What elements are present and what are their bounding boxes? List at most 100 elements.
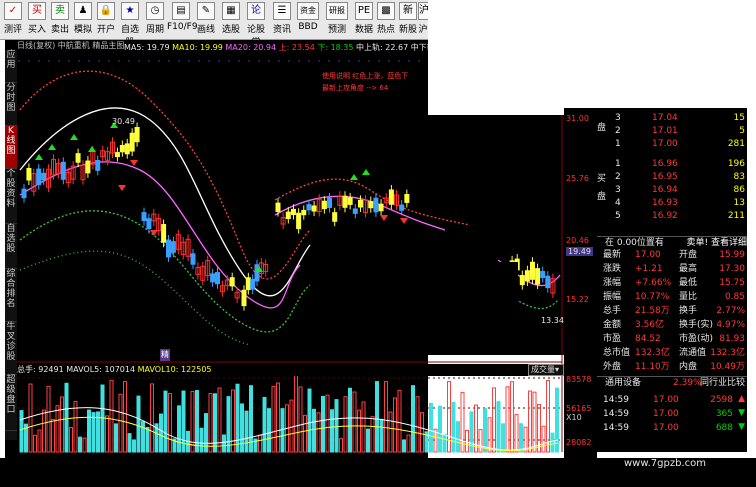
sell-order-row[interactable]: 1 17.00 281: [597, 138, 747, 150]
buy-order-row[interactable]: 3 16.94 86: [597, 184, 747, 196]
stat-value: 4.97%: [716, 320, 745, 330]
quote-stat-row[interactable]: 最新 17.00 开盘 15.99: [597, 249, 747, 261]
quote-stat-row[interactable]: 涨幅 +7.66% 最低 15.75: [597, 277, 747, 289]
order-price: 16.94: [652, 185, 678, 195]
volume-bar: [505, 386, 510, 453]
candle-body: [161, 224, 167, 243]
arrow-down-icon: ▼: [738, 408, 745, 418]
volume-bar: [456, 421, 460, 453]
volume-bar: [429, 402, 433, 453]
candle-body: [535, 268, 541, 285]
sell-order-row[interactable]: 3 17.04 15: [597, 112, 747, 124]
stat-value: 10.49万: [710, 362, 745, 372]
candle-body: [190, 253, 196, 265]
tick-price: 17.00: [653, 409, 679, 419]
buy-order-row[interactable]: 5 16.92 211: [597, 210, 747, 222]
volume-bar: [325, 394, 330, 453]
tick-time: 14:59: [603, 423, 629, 433]
stat-key: 振幅: [603, 292, 622, 302]
sell-signal-arrow: [130, 160, 138, 166]
volume-bar: [528, 390, 532, 453]
tab-super-panel[interactable]: 超级盘口: [5, 375, 17, 431]
order-price: 16.93: [652, 198, 678, 208]
volume-bar: [240, 403, 244, 453]
volume-bar: [478, 429, 483, 453]
quote-stat-row[interactable]: 总手 21.58万 换手 2.77%: [597, 305, 747, 317]
tab-kline[interactable]: K线图: [5, 126, 17, 169]
tab-intraday[interactable]: 分时图: [5, 83, 17, 126]
volume-bar: [294, 364, 298, 453]
candle-body: [215, 272, 220, 285]
tab-diagnosis[interactable]: 牛叉诊股: [5, 322, 17, 375]
volume-bar: [501, 423, 505, 453]
volume-bar: [42, 409, 46, 453]
axis-tick-2: 25.76: [566, 174, 589, 183]
chart-tag: 精: [160, 349, 170, 361]
volume-bar: [91, 412, 96, 453]
tick-volume: 688: [715, 423, 733, 433]
buy-order-row[interactable]: 4 16.93 13: [597, 197, 747, 209]
candle-body: [119, 144, 125, 153]
tab-watchlist[interactable]: 自选股: [5, 224, 17, 269]
order-volume: 15: [733, 113, 745, 123]
tab-stock-profile[interactable]: 个股资料: [5, 169, 17, 224]
volume-bar: [411, 385, 415, 453]
peer-compare-link[interactable]: 同行业比较: [700, 377, 745, 389]
volume-bar: [348, 387, 352, 453]
volume-bar: [123, 381, 127, 453]
volume-bar: [127, 433, 132, 453]
tick-row[interactable]: 14:59 17.00 365: [597, 408, 747, 420]
buy-signal-arrow: [48, 144, 56, 150]
volume-bar: [262, 396, 267, 453]
volume-bar: [420, 412, 424, 453]
candle-body: [311, 205, 317, 212]
stat-value: 10.77%: [635, 292, 670, 302]
lower-band-value: 下: 18.35: [317, 43, 354, 52]
tick-row[interactable]: 14:59 17.00 2598: [597, 394, 747, 406]
volume-bar: [298, 386, 303, 453]
candle-body: [124, 143, 130, 155]
order-volume: 13: [733, 198, 745, 208]
sell-signal-arrow: [380, 215, 388, 221]
stat-key: 最低: [679, 278, 698, 288]
volume-bar: [406, 434, 411, 453]
volume-bar: [64, 382, 69, 453]
quote-stat-row[interactable]: 振幅 10.77% 量比 0.85: [597, 291, 747, 303]
vol-axis-unit: X10: [566, 413, 582, 422]
buy-order-row[interactable]: 2 16.95 83: [597, 171, 747, 183]
order-price: 17.04: [652, 113, 678, 123]
industry-name[interactable]: 通用设备: [605, 377, 641, 389]
volume-bar: [334, 399, 339, 453]
volume-dropdown[interactable]: 成交量▾: [528, 364, 564, 376]
ma20-line: [19, 161, 301, 309]
candle-body: [21, 188, 27, 199]
quote-stat-row[interactable]: 总市值 132.3亿 流通值 132.3亿: [597, 347, 747, 359]
quote-stat-row[interactable]: 外盘 11.10万 内盘 10.49万: [597, 361, 747, 373]
buy-order-row[interactable]: 1 16.96 196: [597, 158, 747, 170]
volume-bar: [280, 408, 285, 453]
chart-overlay-dark: [318, 262, 518, 332]
volume-bar: [100, 384, 105, 453]
volume-bar: [19, 410, 24, 453]
volume-bar: [352, 391, 357, 453]
ma10-value: MA10: 19.99: [172, 43, 223, 52]
stat-key: 涨跌: [603, 264, 622, 274]
tick-row[interactable]: 14:59 17.00 688: [597, 422, 747, 434]
order-level: 3: [615, 185, 621, 195]
quote-stat-row[interactable]: 市盈 84.52 市盈(动) 81.93: [597, 333, 747, 345]
view-detail-link[interactable]: 卖单! 查看详细: [687, 237, 747, 249]
tab-apps[interactable]: 应用: [5, 50, 17, 83]
volume-bar: [177, 405, 181, 453]
volume-bar: [145, 426, 150, 453]
watermark: www.7gpzb.com: [624, 458, 706, 469]
sell-order-row[interactable]: 2 17.01 5: [597, 125, 747, 137]
stat-key: 总市值: [603, 348, 631, 358]
tick-volume: 2598: [710, 395, 733, 405]
tick-time: 14:59: [603, 395, 629, 405]
tab-ranking[interactable]: 综合排名: [5, 269, 17, 322]
order-level: 1: [615, 139, 621, 149]
axis-current-price: 19.49: [566, 247, 593, 256]
quote-stat-row[interactable]: 涨跌 +1.21 最高 17.30: [597, 263, 747, 275]
quote-stat-row[interactable]: 金额 3.56亿 换手(实) 4.97%: [597, 319, 747, 331]
buy-signal-arrow: [88, 146, 96, 152]
